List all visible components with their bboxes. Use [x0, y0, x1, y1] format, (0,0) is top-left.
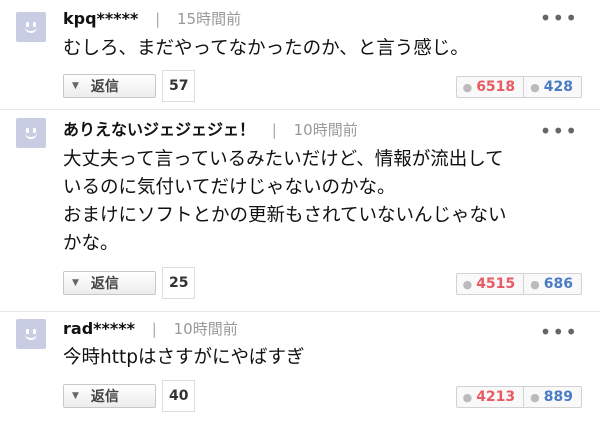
- reply-count: 57: [162, 70, 196, 102]
- thumbs-down-icon: ●: [530, 390, 540, 404]
- dislike-count: 686: [543, 276, 573, 292]
- triangle-down-icon: ▼: [72, 81, 79, 91]
- username[interactable]: rad*****: [63, 319, 135, 338]
- like-button[interactable]: ● 6518: [457, 77, 525, 97]
- comment-actions: ▼ 返信 25: [63, 267, 196, 299]
- reply-button[interactable]: ▼ 返信: [63, 74, 156, 98]
- like-button[interactable]: ● 4213: [457, 387, 525, 407]
- avatar[interactable]: [16, 319, 46, 349]
- triangle-down-icon: ▼: [72, 278, 79, 288]
- comment-actions: ▼ 返信 57: [63, 70, 196, 102]
- dislike-count: 428: [543, 79, 573, 95]
- reply-button[interactable]: ▼ 返信: [63, 384, 156, 408]
- thumbs-up-icon: ●: [462, 390, 473, 404]
- timestamp: 10時間前: [173, 320, 238, 338]
- comment-text: 今時httpはさすがにやばすぎ: [63, 344, 588, 372]
- triangle-down-icon: ▼: [72, 391, 79, 401]
- username[interactable]: kpq*****: [63, 9, 138, 28]
- comment-text-line: 大丈夫って言っているみたいだけど、情報が流出して: [63, 149, 504, 170]
- comment-actions: ▼ 返信 40: [63, 380, 196, 412]
- comment-meta: kpq***** | 15時間前: [63, 8, 241, 30]
- like-count: 6518: [476, 79, 516, 95]
- avatar[interactable]: [16, 118, 46, 148]
- reply-label: 返信: [90, 389, 119, 405]
- dislike-button[interactable]: ● 889: [524, 387, 581, 407]
- vote-box: ● 4213 ● 889: [455, 386, 582, 408]
- dislike-button[interactable]: ● 428: [524, 77, 581, 97]
- dislike-count: 889: [543, 389, 573, 405]
- comment-text-line: むしろ、まだやってなかったのか、と言う感じ。: [63, 38, 469, 59]
- avatar[interactable]: [16, 12, 46, 42]
- more-dots-icon[interactable]: •••: [540, 322, 578, 342]
- thumbs-up-icon: ●: [462, 277, 473, 291]
- comment-text-line: かな。: [63, 233, 119, 254]
- comment: ありえないジェジェジェ！ | 10時間前 ••• 大丈夫って言っているみたいだけ…: [0, 111, 600, 312]
- comment-meta: ありえないジェジェジェ！ | 10時間前: [63, 119, 358, 141]
- more-dots-icon[interactable]: •••: [540, 121, 578, 141]
- comment-text: むしろ、まだやってなかったのか、と言う感じ。: [63, 35, 583, 63]
- like-count: 4515: [476, 276, 516, 292]
- timestamp: 15時間前: [177, 10, 242, 28]
- comment-text-line: おまけにソフトとかの更新もされていないんじゃない: [63, 205, 507, 226]
- timestamp: 10時間前: [293, 121, 358, 139]
- reply-count: 40: [162, 380, 196, 412]
- like-count: 4213: [476, 389, 516, 405]
- vote-box: ● 6518 ● 428: [455, 76, 582, 98]
- reply-button[interactable]: ▼ 返信: [63, 271, 156, 295]
- thumbs-up-icon: ●: [462, 80, 473, 94]
- dislike-button[interactable]: ● 686: [524, 274, 581, 294]
- comment-text-line: 今時httpはさすがにやばすぎ: [63, 347, 305, 368]
- more-dots-icon[interactable]: •••: [540, 8, 578, 28]
- username[interactable]: ありえないジェジェジェ！: [63, 120, 255, 139]
- thumbs-down-icon: ●: [530, 277, 540, 291]
- separator: |: [155, 10, 161, 28]
- thumbs-down-icon: ●: [530, 80, 540, 94]
- comment: kpq***** | 15時間前 ••• むしろ、まだやってなかったのか、と言う…: [0, 0, 600, 110]
- comment-text-line: いるのに気付いてだけじゃないのかな。: [63, 177, 396, 198]
- vote-box: ● 4515 ● 686: [455, 273, 582, 295]
- comment-meta: rad***** | 10時間前: [63, 318, 238, 340]
- reply-count: 25: [162, 267, 196, 299]
- like-button[interactable]: ● 4515: [457, 274, 525, 294]
- comment: rad***** | 10時間前 ••• 今時httpはさすがにやばすぎ ▼ 返…: [0, 313, 600, 425]
- separator: |: [151, 320, 157, 338]
- comment-text: 大丈夫って言っているみたいだけど、情報が流出して いるのに気付いてだけじゃないの…: [63, 146, 588, 258]
- reply-label: 返信: [90, 79, 119, 95]
- reply-label: 返信: [90, 276, 119, 292]
- separator: |: [271, 121, 277, 139]
